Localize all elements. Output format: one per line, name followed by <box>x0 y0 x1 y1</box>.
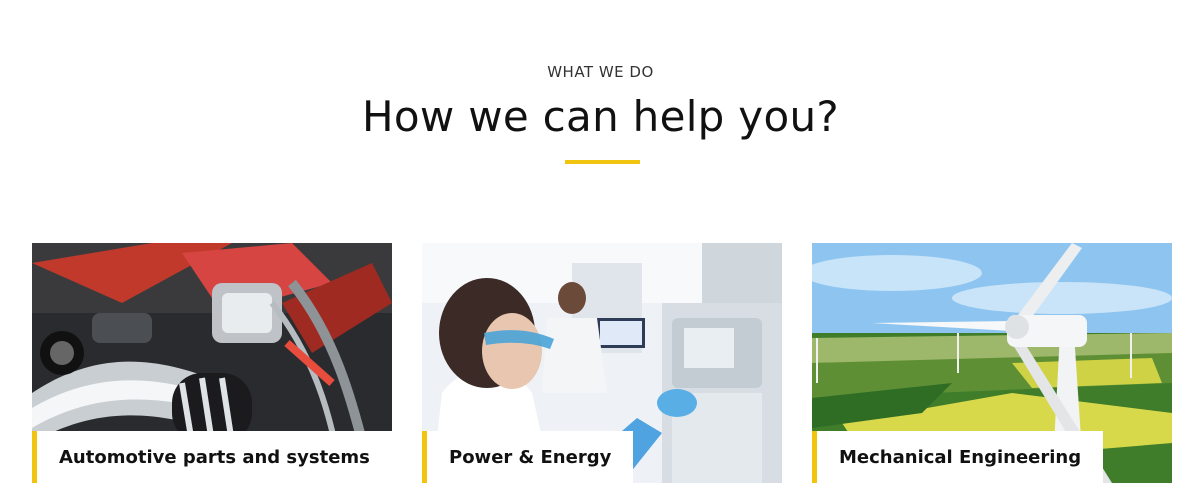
section-title: How we can help you? <box>362 92 839 141</box>
service-card-mechanical-engineering[interactable]: Mechanical Engineering <box>812 243 1172 483</box>
title-divider <box>565 160 640 164</box>
service-card-power-energy[interactable]: Power & Energy <box>422 243 782 483</box>
section-eyebrow: WHAT WE DO <box>547 63 654 81</box>
card-label[interactable]: Mechanical Engineering <box>812 431 1104 483</box>
card-label[interactable]: Automotive parts and systems <box>32 431 392 483</box>
card-label[interactable]: Power & Energy <box>422 431 634 483</box>
service-card-automotive[interactable]: Automotive parts and systems <box>32 243 392 483</box>
